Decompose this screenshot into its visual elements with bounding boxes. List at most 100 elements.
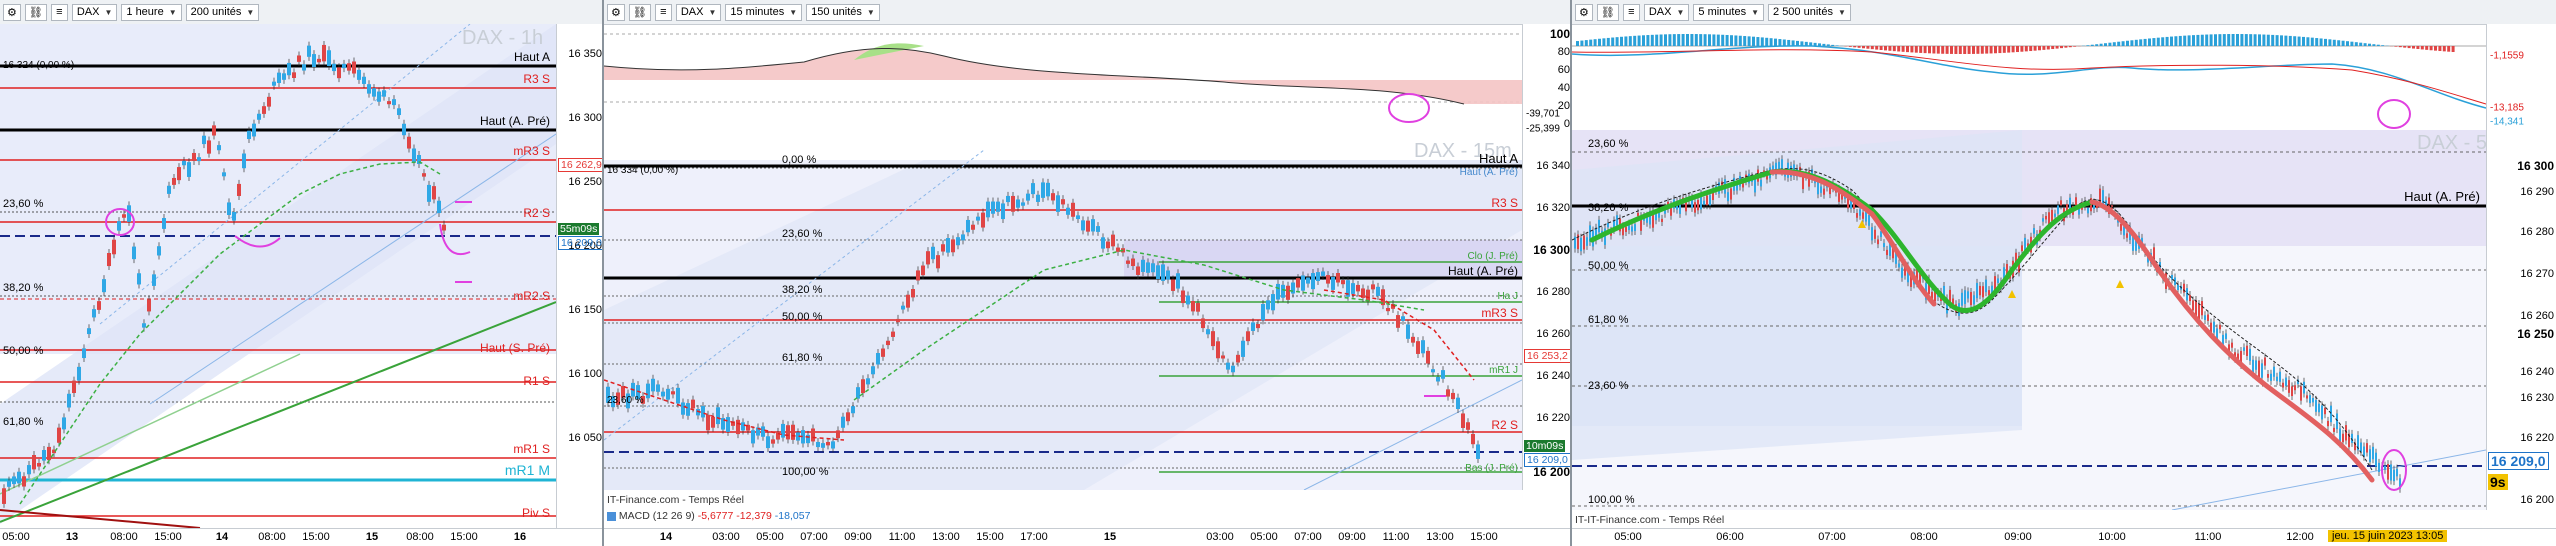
oscillator-chart[interactable] — [604, 24, 1522, 150]
price-chart[interactable] — [1572, 130, 2486, 510]
macd-bar — [2214, 34, 2217, 46]
macd-bar — [2126, 40, 2129, 46]
candle — [1631, 226, 1633, 232]
candle — [177, 167, 181, 181]
price-axis[interactable]: 16 350 16 300 16 250 16 200 16 150 16 10… — [556, 24, 602, 528]
macd-bar — [1615, 37, 1619, 46]
timeframe-select[interactable]: 1 heure ▼ — [121, 3, 182, 21]
candle — [1066, 207, 1070, 215]
link-icon[interactable]: ⛓ — [24, 3, 47, 21]
price-axis[interactable]: 16 340 16 320 16 300 16 280 16 260 16 24… — [1522, 150, 1570, 490]
level-label: R3 S — [1491, 196, 1518, 210]
candle — [2306, 395, 2308, 399]
candle — [946, 238, 950, 253]
price-chart[interactable] — [604, 150, 1522, 490]
macd-bar — [2429, 46, 2433, 51]
macd-bar — [1659, 34, 1663, 46]
macd-bar — [2394, 46, 2398, 47]
candle — [2273, 366, 2275, 377]
units-select[interactable]: 150 unités ▼ — [806, 3, 880, 21]
candle — [1151, 263, 1155, 273]
list-icon[interactable]: ≡ — [654, 3, 672, 21]
symbol-select[interactable]: DAX ▼ — [71, 3, 118, 21]
list-icon[interactable]: ≡ — [50, 3, 68, 21]
macd-bar — [2434, 46, 2437, 51]
x-tick: 15 — [365, 531, 379, 543]
candle — [67, 393, 71, 408]
x-tick: 12:00 — [2286, 531, 2314, 543]
macd-bar — [2205, 34, 2209, 46]
macd-bar — [1642, 35, 1645, 46]
macd-bar — [1787, 39, 1791, 46]
macd-bar — [1826, 44, 1830, 46]
settings-icon[interactable]: ⚙ — [3, 3, 21, 21]
settings-icon[interactable]: ⚙ — [607, 3, 625, 21]
time-axis[interactable]: 05:00 13 08:00 15:00 14 08:00 15:00 15 0… — [0, 528, 602, 546]
candle — [12, 476, 16, 485]
symbol-select[interactable]: DAX ▼ — [1643, 3, 1690, 21]
time-axis[interactable]: 05:00 06:00 07:00 08:00 09:00 10:00 11:0… — [1572, 528, 2556, 546]
timeframe-select[interactable]: 5 minutes ▼ — [1693, 3, 1765, 21]
price-chart[interactable] — [0, 24, 556, 528]
macd-bar — [2328, 39, 2332, 46]
level-label: mR3 S — [513, 144, 550, 158]
level-label: Bas (J. Pré) — [1465, 463, 1518, 474]
candle — [22, 476, 26, 487]
candle — [646, 383, 650, 399]
symbol-select[interactable]: DAX ▼ — [675, 3, 722, 21]
x-tick: 11:00 — [1382, 531, 1410, 543]
candle — [816, 441, 820, 448]
macd-bar — [1958, 46, 1962, 54]
time-axis[interactable]: 14 03:00 05:00 07:00 09:00 11:00 13:00 1… — [604, 528, 1570, 546]
price-axis[interactable]: 16 300 16 290 16 280 16 270 16 260 16 25… — [2486, 130, 2556, 510]
candle — [1856, 213, 1858, 218]
chart-panel-1h[interactable]: ⚙ ⛓ ≡ DAX ▼ 1 heure ▼ 200 unités ▼ DAX -… — [0, 0, 604, 546]
candle — [397, 108, 401, 116]
macd-bar — [1972, 46, 1975, 54]
link-icon[interactable]: ⛓ — [628, 3, 651, 21]
candle — [137, 273, 141, 285]
units-select[interactable]: 2 500 unités ▼ — [1768, 3, 1851, 21]
candle — [337, 67, 341, 79]
macd-icon — [607, 511, 616, 521]
level-label: mR1 S — [513, 442, 550, 456]
settings-icon[interactable]: ⚙ — [1575, 3, 1593, 21]
candle — [2276, 376, 2278, 382]
macd-bar — [2174, 36, 2178, 46]
macd-bar — [2332, 39, 2336, 46]
timeframe-select[interactable]: 15 minutes ▼ — [725, 3, 803, 21]
candle — [412, 148, 416, 163]
candle — [936, 255, 940, 269]
candle — [2231, 342, 2233, 348]
chart-panel-15m[interactable]: ⚙ ⛓ ≡ DAX ▼ 15 minutes ▼ 150 unités ▼ 100 8… — [604, 0, 1572, 546]
macd-chart[interactable] — [1572, 24, 2486, 130]
candle — [911, 288, 915, 298]
candle — [1271, 294, 1275, 311]
x-tick: 07:00 — [1818, 531, 1846, 543]
osc-value: -13,185 — [2490, 102, 2524, 114]
candle — [906, 294, 910, 308]
candle — [961, 234, 965, 241]
macd-bar — [1884, 46, 1887, 51]
macd-bar — [2227, 34, 2231, 46]
candle — [1161, 264, 1165, 281]
y-tick: 16 300 — [1533, 243, 1570, 257]
fib-label: 23,60 % — [607, 395, 644, 406]
link-icon[interactable]: ⛓ — [1596, 3, 1619, 21]
macd-bar — [2310, 37, 2314, 46]
macd-bar — [2033, 46, 2037, 51]
osc-value: -1,1559 — [2490, 50, 2524, 62]
candle — [87, 328, 91, 335]
macd-bar — [2442, 46, 2446, 52]
candle — [1901, 267, 1903, 278]
macd-bar — [2117, 41, 2121, 46]
candle — [1096, 226, 1100, 232]
units-select[interactable]: 200 unités ▼ — [185, 3, 260, 21]
chart-panel-5m[interactable]: ⚙ ⛓ ≡ DAX ▼ 5 minutes ▼ 2 500 unités ▼ -1,1… — [1572, 0, 2556, 546]
macd-bar — [2372, 44, 2376, 46]
macd-bar — [2253, 34, 2257, 46]
list-icon[interactable]: ≡ — [1622, 3, 1640, 21]
candle — [442, 224, 446, 231]
candle — [227, 202, 231, 215]
candle — [2198, 303, 2200, 320]
